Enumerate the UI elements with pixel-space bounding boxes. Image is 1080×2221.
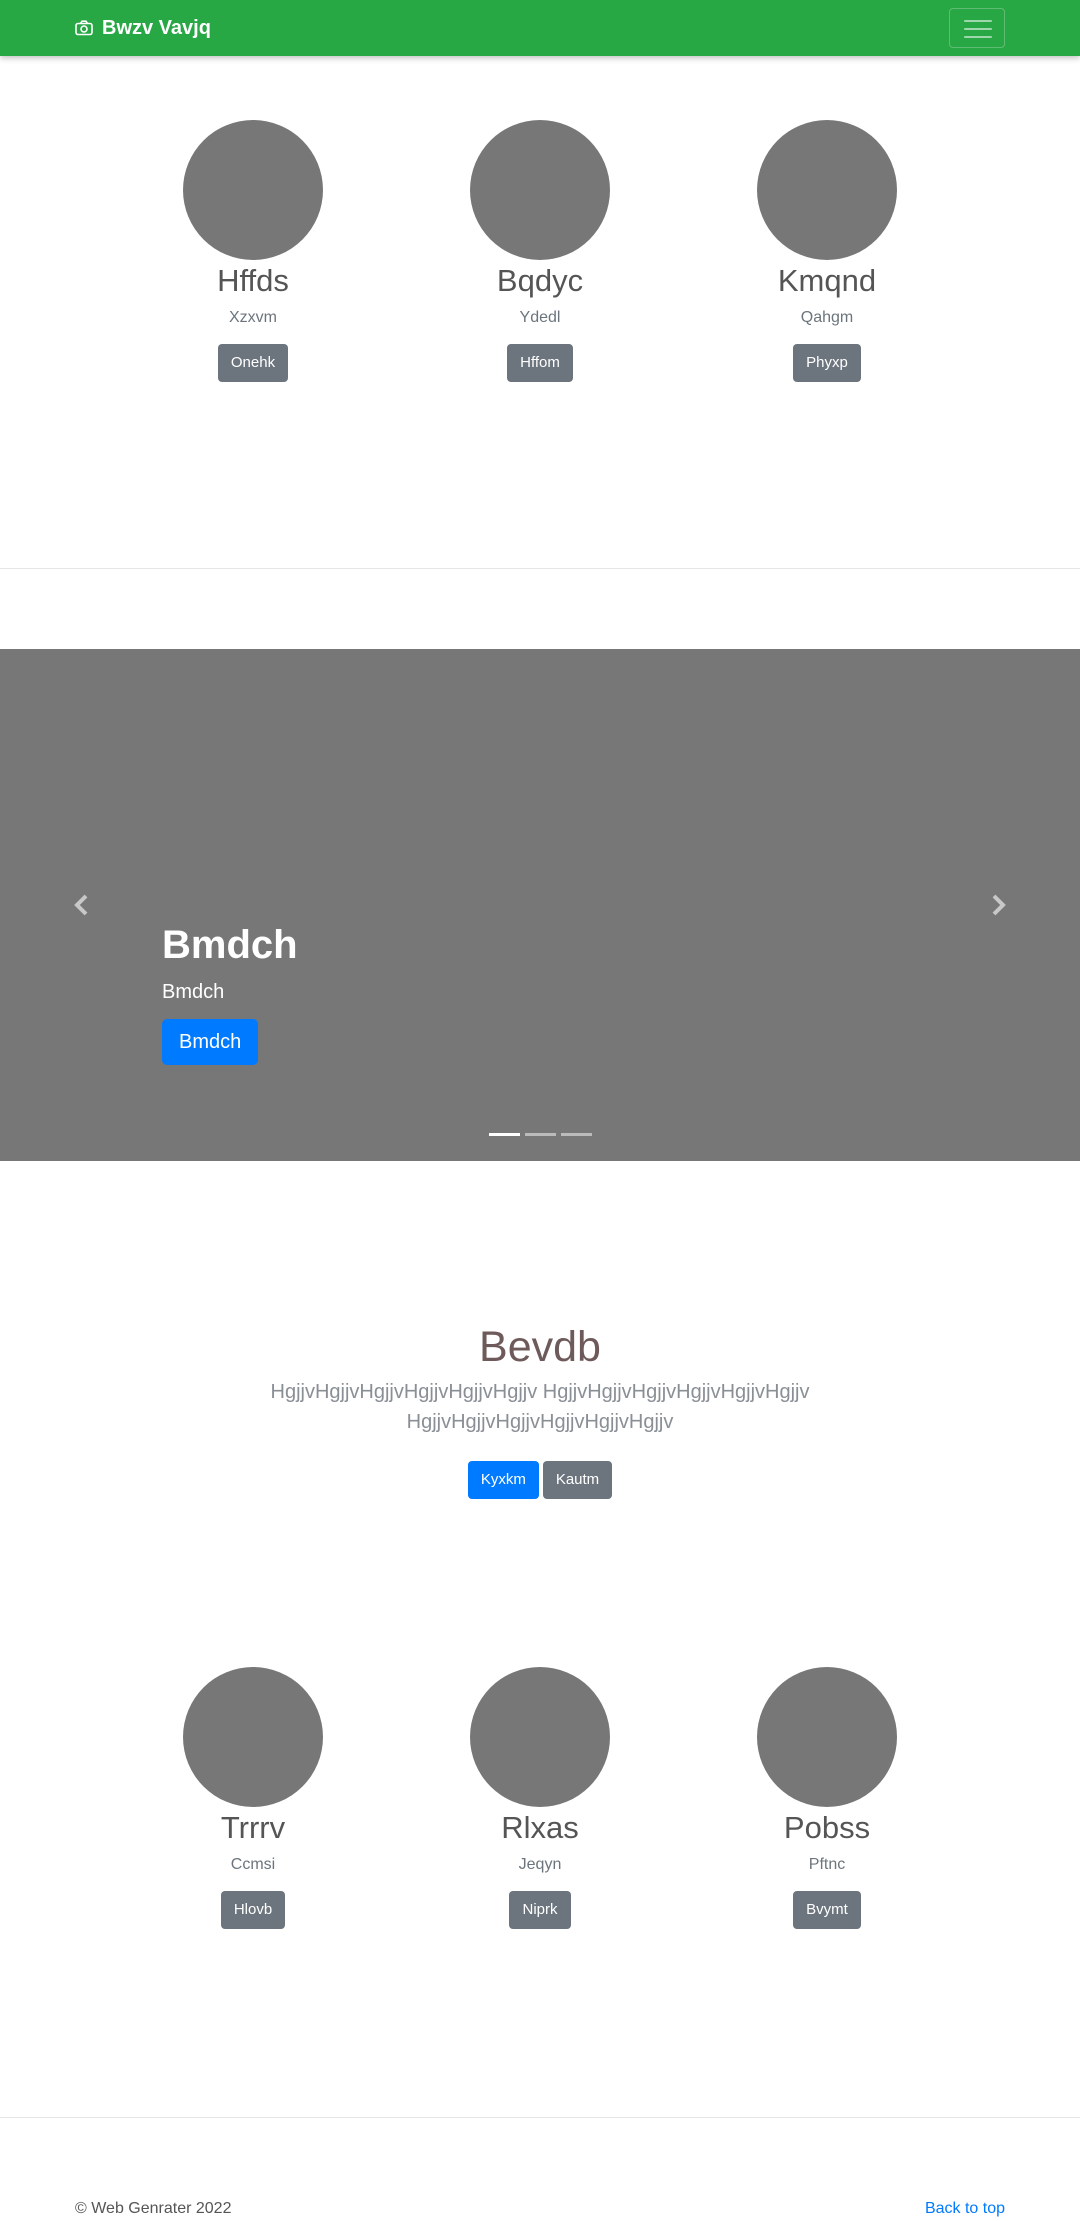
section-divider — [0, 568, 1080, 569]
avatar — [183, 120, 323, 260]
navbar-brand[interactable]: Bwzv Vavjq — [75, 14, 211, 42]
team-member: Pobss Pftnc Bvymt — [727, 1667, 927, 1929]
team-member: Kmqnd Qahgm Phyxp — [727, 120, 927, 382]
avatar — [757, 1667, 897, 1807]
jumbotron-title: Bevdb — [479, 1323, 601, 1371]
carousel-subtitle: Bmdch — [162, 981, 225, 1003]
chevron-right-icon[interactable] — [985, 892, 1011, 918]
member-button[interactable]: Hffom — [507, 344, 573, 382]
carousel-indicator[interactable] — [525, 1133, 556, 1136]
footer-divider — [0, 2117, 1080, 2118]
back-to-top-link[interactable]: Back to top — [925, 2199, 1005, 2219]
jumbotron-actions: Kyxkm Kautm — [0, 1461, 1080, 1499]
chevron-left-icon[interactable] — [69, 892, 95, 918]
hamburger-icon — [964, 20, 992, 22]
member-role: Xzxvm — [229, 309, 277, 326]
carousel-button[interactable]: Bmdch — [162, 1019, 259, 1065]
member-button[interactable]: Niprk — [509, 1891, 571, 1929]
camera-icon — [75, 20, 93, 36]
member-role: Ccmsi — [230, 1856, 276, 1873]
avatar — [470, 120, 610, 260]
member-role: Pftnc — [808, 1856, 846, 1873]
carousel-indicator[interactable] — [489, 1133, 520, 1136]
footer-copyright: © Web Genrater 2022 — [75, 2200, 232, 2217]
avatar — [183, 1667, 323, 1807]
member-name: Rlxas — [501, 1810, 579, 1845]
member-name: Kmqnd — [777, 263, 877, 298]
jumbotron: Bevdb HgjjvHgjjvHgjjvHgjjvHgjjvHgjjv Hgj… — [0, 1320, 1080, 1499]
member-role: Qahgm — [800, 309, 854, 326]
team-member: Hffds Xzxvm Onehk — [153, 120, 353, 382]
navbar: Bwzv Vavjq — [0, 0, 1080, 56]
navbar-toggler[interactable] — [949, 8, 1005, 48]
member-role: Ydedl — [519, 309, 561, 326]
member-button[interactable]: Bvymt — [793, 1891, 861, 1929]
jumbotron-text: HgjjvHgjjvHgjjvHgjjvHgjjvHgjjv HgjjvHgjj… — [270, 1381, 810, 1433]
member-name: Pobss — [783, 1810, 871, 1845]
member-button[interactable]: Onehk — [217, 344, 289, 382]
carousel-caption: Bmdch Bmdch Bmdch — [162, 921, 298, 1065]
brand-name: Bwzv Vavjq — [102, 17, 211, 39]
member-name: Hffds — [217, 263, 289, 298]
member-role: Jeqyn — [518, 1856, 562, 1873]
team-member: Trrrv Ccmsi Hlovb — [153, 1667, 353, 1929]
carousel-title: Bmdch — [162, 923, 298, 967]
team-member: Rlxas Jeqyn Niprk — [440, 1667, 640, 1929]
carousel-indicator[interactable] — [561, 1133, 592, 1136]
carousel-indicators — [489, 1133, 592, 1136]
member-name: Trrrv — [220, 1810, 286, 1845]
member-name: Bqdyc — [496, 263, 584, 298]
team-member: Bqdyc Ydedl Hffom — [440, 120, 640, 382]
member-button[interactable]: Hlovb — [220, 1891, 286, 1929]
carousel: Bmdch Bmdch Bmdch — [0, 649, 1080, 1161]
secondary-button[interactable]: Kautm — [542, 1461, 613, 1499]
avatar — [470, 1667, 610, 1807]
primary-button[interactable]: Kyxkm — [467, 1461, 539, 1499]
member-button[interactable]: Phyxp — [793, 344, 861, 382]
avatar — [757, 120, 897, 260]
